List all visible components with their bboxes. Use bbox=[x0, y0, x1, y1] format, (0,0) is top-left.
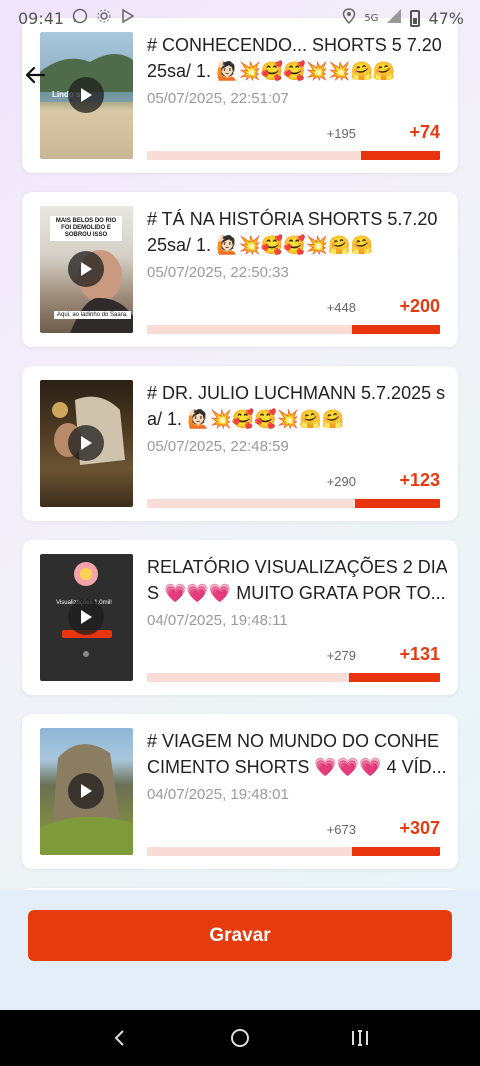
video-date: 05/07/2025, 22:51:07 bbox=[147, 90, 289, 107]
video-date: 04/07/2025, 19:48:11 bbox=[147, 612, 288, 629]
whatsapp-icon bbox=[72, 8, 88, 28]
progress-bar-fill bbox=[360, 151, 440, 160]
battery-icon bbox=[410, 9, 421, 27]
play-icon[interactable] bbox=[68, 77, 104, 113]
footer-panel: Gravar bbox=[0, 890, 480, 1010]
signal-icon bbox=[386, 8, 402, 28]
progress-bar bbox=[147, 673, 440, 682]
video-title: # CONHECENDO... SHORTS 5 7.20 25sa/ 1. 🙋… bbox=[147, 35, 442, 81]
video-card[interactable]: Lindo s # CONHECENDO... SHORTS 5 7.20 25… bbox=[22, 18, 458, 173]
progress-bar bbox=[147, 847, 440, 856]
play-icon[interactable] bbox=[68, 251, 104, 287]
views-delta: +195 bbox=[326, 126, 356, 141]
play-store-icon bbox=[120, 8, 136, 28]
back-icon bbox=[114, 1030, 124, 1046]
progress-bar-fill bbox=[355, 499, 440, 508]
home-icon bbox=[231, 1029, 249, 1047]
status-bar: 09:41 5G 47% bbox=[0, 0, 480, 36]
video-thumbnail[interactable] bbox=[40, 380, 133, 507]
video-thumbnail[interactable]: Visualizações 1,0mil! bbox=[40, 554, 133, 681]
video-date: 05/07/2025, 22:50:33 bbox=[147, 264, 289, 281]
progress-bar-fill bbox=[352, 847, 440, 856]
play-icon[interactable] bbox=[68, 599, 104, 635]
video-date: 04/07/2025, 19:48:01 bbox=[147, 786, 289, 803]
progress-bar bbox=[147, 151, 440, 160]
likes-delta: +200 bbox=[399, 296, 440, 316]
nav-back-button[interactable] bbox=[100, 1018, 140, 1058]
location-icon bbox=[342, 8, 356, 28]
recents-icon bbox=[352, 1030, 368, 1046]
video-title: # TÁ NA HISTÓRIA SHORTS 5.7.20 25sa/ 1. … bbox=[147, 209, 438, 255]
progress-bar bbox=[147, 325, 440, 334]
battery-level: 47% bbox=[428, 8, 464, 28]
play-icon[interactable] bbox=[68, 773, 104, 809]
network-type: 5G bbox=[364, 12, 379, 24]
nav-recents-button[interactable] bbox=[340, 1018, 380, 1058]
progress-bar bbox=[147, 499, 440, 508]
play-icon[interactable] bbox=[68, 425, 104, 461]
progress-bar-fill bbox=[352, 325, 440, 334]
video-card[interactable]: MAIS BELOS DO RIO FOI DEMOLIDO E SOBROU … bbox=[22, 192, 458, 347]
thumbnail-caption: Aqui, ao ladinho do Saara, bbox=[54, 311, 131, 319]
back-button[interactable] bbox=[18, 58, 52, 92]
views-delta: +448 bbox=[326, 300, 356, 315]
views-delta: +279 bbox=[326, 648, 356, 663]
settings-icon bbox=[96, 8, 112, 28]
progress-bar-fill bbox=[349, 673, 440, 682]
arrow-left-icon bbox=[25, 66, 46, 84]
video-card[interactable]: # DR. JULIO LUCHMANN 5.7.2025 sa/ 1. 🙋🏻💥… bbox=[22, 366, 458, 521]
likes-delta: +74 bbox=[409, 122, 440, 142]
video-list: Lindo s # CONHECENDO... SHORTS 5 7.20 25… bbox=[22, 18, 458, 947]
video-title: # VIAGEM NO MUNDO DO CONHE CIMENTO SHORT… bbox=[147, 731, 447, 777]
likes-delta: +123 bbox=[399, 470, 440, 490]
video-title: # DR. JULIO LUCHMANN 5.7.2025 sa/ 1. 🙋🏻💥… bbox=[147, 383, 446, 429]
video-date: 05/07/2025, 22:48:59 bbox=[147, 438, 289, 455]
video-thumbnail[interactable]: MAIS BELOS DO RIO FOI DEMOLIDO E SOBROU … bbox=[40, 206, 133, 333]
navigation-bar bbox=[0, 1010, 480, 1066]
nav-home-button[interactable] bbox=[220, 1018, 260, 1058]
record-button[interactable]: Gravar bbox=[28, 910, 452, 961]
views-delta: +673 bbox=[326, 822, 356, 837]
video-card[interactable]: Visualizações 1,0mil! RELATÓRIO VISUALIZ… bbox=[22, 540, 458, 695]
likes-delta: +307 bbox=[399, 818, 440, 838]
video-thumbnail[interactable]: Lindo s bbox=[40, 32, 133, 159]
views-delta: +290 bbox=[326, 474, 356, 489]
clock: 09:41 bbox=[18, 8, 65, 28]
video-title: RELATÓRIO VISUALIZAÇÕES 2 DIA S 💗💗💗 MUIT… bbox=[147, 557, 447, 603]
video-thumbnail[interactable] bbox=[40, 728, 133, 855]
video-card[interactable]: # VIAGEM NO MUNDO DO CONHE CIMENTO SHORT… bbox=[22, 714, 458, 869]
likes-delta: +131 bbox=[399, 644, 440, 664]
